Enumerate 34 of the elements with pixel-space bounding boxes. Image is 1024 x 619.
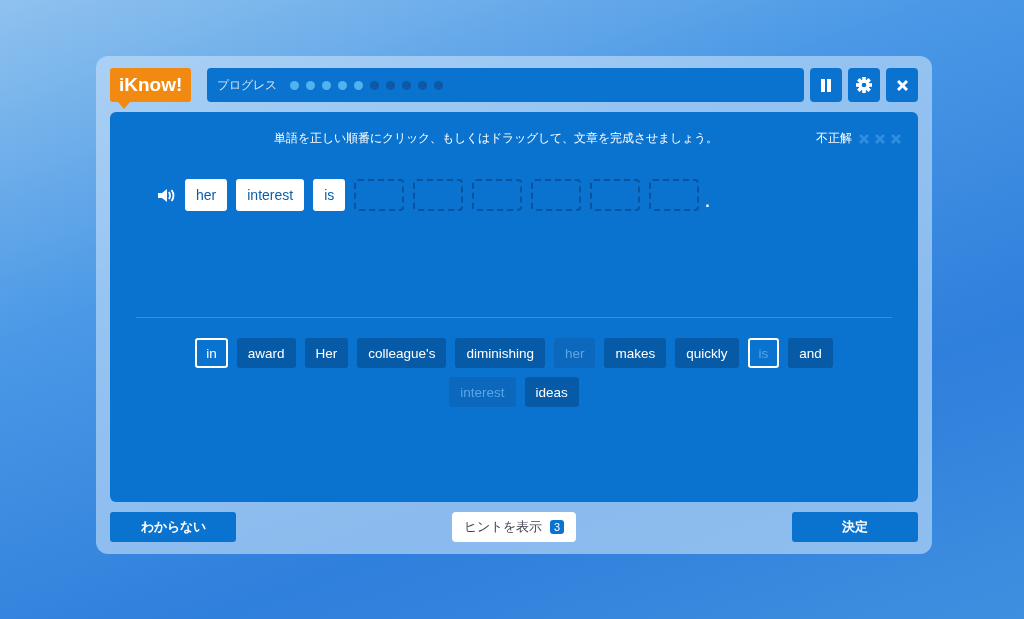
speaker-icon[interactable] <box>158 187 176 203</box>
answer-word[interactable]: interest <box>236 179 305 211</box>
empty-slot[interactable] <box>413 179 464 211</box>
give-up-button[interactable]: わからない <box>110 512 236 542</box>
logo: iKnow! <box>110 68 192 102</box>
word-tile[interactable]: colleague's <box>357 338 447 368</box>
answer-word[interactable]: her <box>185 179 228 211</box>
settings-button[interactable] <box>848 68 880 102</box>
mistakes-label: 不正解 <box>816 130 852 147</box>
close-button[interactable] <box>886 68 918 102</box>
empty-slot[interactable] <box>354 179 405 211</box>
answer-word[interactable]: is <box>313 179 346 211</box>
pause-button[interactable] <box>810 68 842 102</box>
empty-slot[interactable] <box>590 179 641 211</box>
empty-slot[interactable] <box>472 179 523 211</box>
empty-slot[interactable] <box>531 179 582 211</box>
pause-icon <box>820 78 832 92</box>
instruction-text: 単語を正しい順番にクリック、もしくはドラッグして、文章を完成させましょう。 <box>273 131 719 146</box>
word-tile[interactable]: ideas <box>524 377 579 407</box>
word-tile[interactable]: award <box>236 338 296 368</box>
sentence-period: . <box>705 193 710 211</box>
submit-button[interactable]: 決定 <box>792 512 918 542</box>
word-tile[interactable]: quickly <box>675 338 739 368</box>
word-tile[interactable]: and <box>788 338 833 368</box>
word-tile[interactable]: Her <box>304 338 349 368</box>
word-tile[interactable]: makes <box>604 338 667 368</box>
word-tile[interactable]: diminishing <box>455 338 545 368</box>
hint-button[interactable]: ヒントを表示 3 <box>451 512 577 542</box>
close-icon <box>896 79 908 91</box>
empty-slot[interactable] <box>649 179 700 211</box>
settings-icon <box>856 77 872 93</box>
word-tile[interactable]: in <box>195 338 228 368</box>
progress-label: プログレス <box>217 76 278 94</box>
hint-count: 3 <box>549 520 565 534</box>
